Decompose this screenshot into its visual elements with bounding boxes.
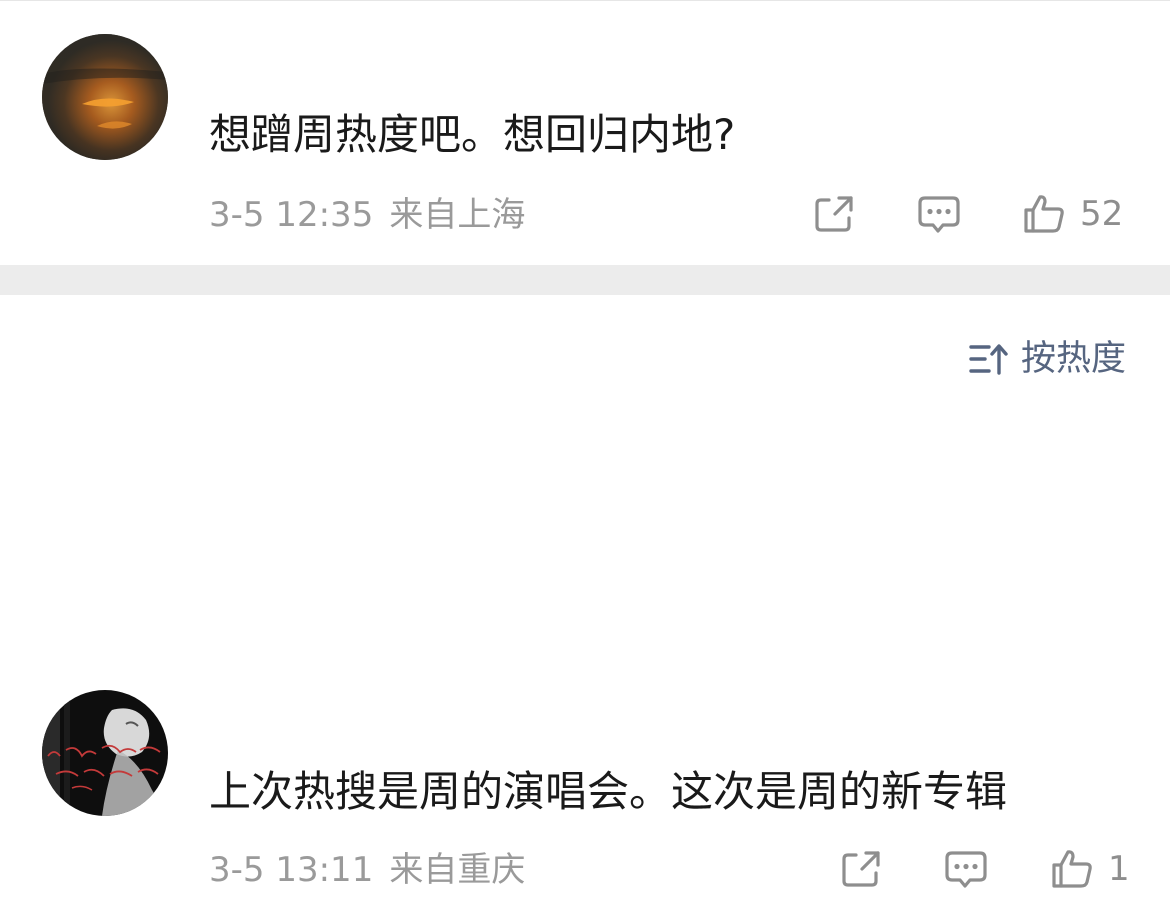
- avatar[interactable]: [42, 34, 168, 160]
- sort-by-heat-toggle[interactable]: 按热度: [969, 338, 1126, 380]
- comment-location: 来自重庆: [389, 850, 526, 890]
- like-count: 1: [1108, 849, 1130, 889]
- comment-icon: [918, 196, 960, 233]
- comment-text: 上次热搜是周的演唱会。这次是周的新专辑: [209, 767, 1008, 816]
- share-icon: [815, 196, 853, 232]
- section-divider: [0, 265, 1170, 295]
- share-button[interactable]: [813, 194, 855, 234]
- comment-button[interactable]: [944, 849, 988, 891]
- comment-meta: 3-5 13:11 来自重庆: [209, 850, 525, 890]
- thumbs-up-icon: [1024, 195, 1064, 233]
- share-icon: [842, 851, 880, 887]
- comment-time: 3-5 12:35: [209, 195, 374, 235]
- share-button[interactable]: [840, 849, 882, 889]
- comment-location: 来自上海: [389, 195, 526, 235]
- like-count: 52: [1080, 194, 1124, 234]
- like-button[interactable]: 52: [1022, 193, 1123, 235]
- comment-button[interactable]: [917, 194, 961, 236]
- sort-label: 按热度: [1020, 339, 1126, 379]
- comment-icon: [945, 851, 987, 888]
- comment-time: 3-5 13:11: [209, 850, 374, 890]
- like-button[interactable]: 1: [1050, 848, 1130, 890]
- avatar[interactable]: [42, 690, 168, 816]
- comment-item: 上次热搜是周的演唱会。这次是周的新专辑 3-5 13:11 来自重庆 1: [0, 680, 1170, 916]
- sort-icon: [969, 344, 1008, 375]
- comment-meta: 3-5 12:35 来自上海: [209, 195, 525, 235]
- thumbs-up-icon: [1052, 850, 1092, 888]
- comment-item: 想蹭周热度吧。想回归内地? 3-5 12:35 来自上海 52: [0, 0, 1170, 265]
- comment-text: 想蹭周热度吧。想回归内地?: [209, 110, 736, 159]
